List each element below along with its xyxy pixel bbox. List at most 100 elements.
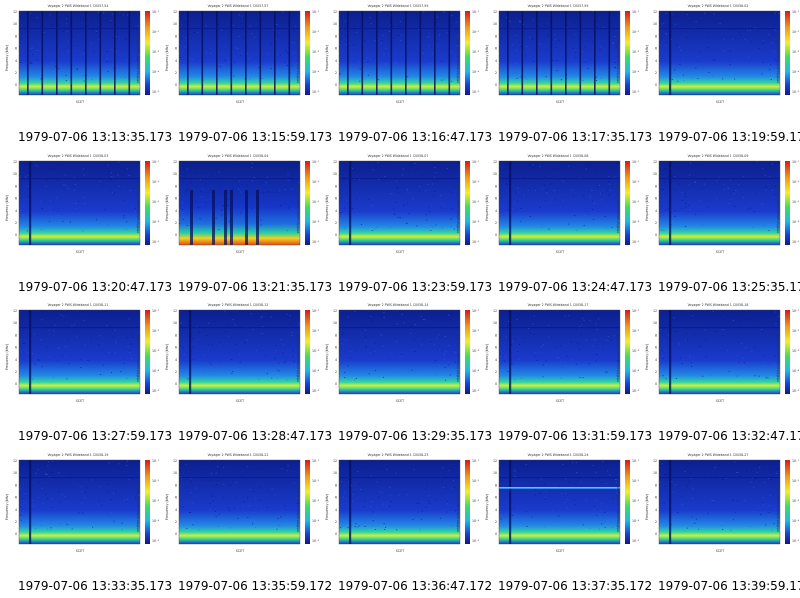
thumbnail-item[interactable]: Voyager 2 PWS Wideband 1 C0058-18 Frequen…	[640, 299, 800, 448]
thumbnail-caption[interactable]: 1979-07-06 13:16:47.173	[338, 130, 492, 144]
spectrogram-thumbnail[interactable]: Voyager 2 PWS Wideband 1 C0058-02 Frequen…	[640, 0, 800, 120]
spectrogram-thumbnail[interactable]: Voyager 2 PWS Wideband 1 C0058-11 Frequen…	[0, 299, 160, 419]
thumbnail-caption[interactable]: 1979-07-06 13:28:47.173	[178, 429, 332, 443]
thumbnail-item[interactable]: Voyager 2 PWS Wideband 1 C0058-07 Frequen…	[320, 150, 492, 299]
y-tick-label: 12	[173, 459, 177, 463]
spectrogram-thumbnail[interactable]: Voyager 2 PWS Wideband 1 C0058-04 Frequen…	[160, 150, 320, 270]
colorbar-tick-label: 10⁻⁴	[792, 220, 800, 224]
spectrogram-thumbnail[interactable]: Voyager 2 PWS Wideband 1 C0058-17 Frequen…	[480, 299, 640, 419]
colorbar-tick-label: 10⁻⁴	[472, 369, 480, 373]
thumbnail-caption[interactable]: 1979-07-06 13:37:35.172	[498, 579, 652, 593]
spectrogram-thumbnail[interactable]: Voyager 2 PWS Wideband 1 C0058-14 Frequen…	[320, 299, 480, 419]
signal-spike	[509, 460, 512, 544]
spectrogram-thumbnail[interactable]: Voyager 2 PWS Wideband 1 C0058-23 Frequen…	[320, 449, 480, 569]
y-tick-label: 0	[15, 83, 17, 87]
y-tick-label: 2	[335, 520, 337, 524]
spectrogram-thumbnail[interactable]: Voyager 2 PWS Wideband 1 C0058-19 Frequen…	[0, 449, 160, 569]
spectrogram-thumbnail[interactable]: Voyager 2 PWS Wideband 1 C0058-07 Frequen…	[320, 150, 480, 270]
thumbnail-item[interactable]: Voyager 2 PWS Wideband 1 C0058-17 Frequen…	[480, 299, 652, 448]
thumbnail-item[interactable]: Voyager 2 PWS Wideband 1 C0058-12 Frequen…	[160, 299, 332, 448]
y-tick-label: 6	[335, 47, 337, 51]
colorbar-tick-label: 10⁻⁴	[152, 220, 160, 224]
thumbnail-caption[interactable]: 1979-07-06 13:24:47.173	[498, 280, 652, 294]
thumbnail-item[interactable]: Voyager 2 PWS Wideband 1 C0058-19 Frequen…	[0, 449, 172, 598]
thumbnail-item[interactable]: Voyager 2 PWS Wideband 1 C0057-54 Frequen…	[0, 0, 172, 149]
spectrogram-body	[499, 161, 620, 245]
x-axis-label: SCET	[556, 549, 564, 553]
thumbnail-item[interactable]: Voyager 2 PWS Wideband 1 C0057-57 Frequen…	[160, 0, 332, 149]
spectrogram-body	[19, 460, 140, 544]
y-tick-label: 10	[13, 471, 17, 475]
y-tick-label: 10	[173, 471, 177, 475]
thumbnail-caption[interactable]: 1979-07-06 13:29:35.173	[338, 429, 492, 443]
spectrogram-thumbnail[interactable]: Voyager 2 PWS Wideband 1 C0058-03 Frequen…	[0, 150, 160, 270]
thumbnail-item[interactable]: Voyager 2 PWS Wideband 1 C0058-24 Frequen…	[480, 449, 652, 598]
spectrogram-thumbnail[interactable]: Voyager 2 PWS Wideband 1 C0057-59 Frequen…	[480, 0, 640, 120]
thumbnail-item[interactable]: Voyager 2 PWS Wideband 1 C0058-03 Frequen…	[0, 150, 172, 299]
thumbnail-caption[interactable]: 1979-07-06 13:25:35.173	[658, 280, 800, 294]
y-tick-label: 10	[493, 471, 497, 475]
thumbnail-caption[interactable]: 1979-07-06 13:32:47.173	[658, 429, 800, 443]
spectrogram-thumbnail[interactable]: Voyager 2 PWS Wideband 1 C0058-18 Frequen…	[640, 299, 800, 419]
spectrogram-thumbnail[interactable]: Voyager 2 PWS Wideband 1 C0057-59 Frequen…	[320, 0, 480, 120]
y-tick-label: 12	[333, 10, 337, 14]
thumbnail-item[interactable]: Voyager 2 PWS Wideband 1 C0058-08 Frequen…	[480, 150, 652, 299]
thumbnail-caption[interactable]: 1979-07-06 13:27:59.173	[18, 429, 172, 443]
colorbar-tick-label: 10⁻¹	[472, 309, 480, 313]
thumbnail-caption[interactable]: 1979-07-06 13:15:59.173	[178, 130, 332, 144]
thumbnail-caption[interactable]: 1979-07-06 13:21:35.173	[178, 280, 332, 294]
spectrogram-thumbnail[interactable]: Voyager 2 PWS Wideband 1 C0057-54 Frequen…	[0, 0, 160, 120]
interference-pulse	[201, 11, 204, 95]
thumbnail-caption[interactable]: 1979-07-06 13:20:47.173	[18, 280, 172, 294]
spectrogram-thumbnail[interactable]: Voyager 2 PWS Wideband 1 C0058-08 Frequen…	[480, 150, 640, 270]
spectrogram-thumbnail[interactable]: Voyager 2 PWS Wideband 1 C0058-24 Frequen…	[480, 449, 640, 569]
spectrogram-body	[19, 310, 140, 394]
y-tick-label: 2	[655, 370, 657, 374]
thumbnail-item[interactable]: Voyager 2 PWS Wideband 1 C0058-02 Frequen…	[640, 0, 800, 149]
y-tick-label: 10	[653, 22, 657, 26]
colorbar-tick-label: 10⁻²	[792, 30, 800, 34]
y-tick-label: 4	[335, 358, 337, 362]
thumbnail-item[interactable]: Voyager 2 PWS Wideband 1 C0058-09 Frequen…	[640, 150, 800, 299]
thumbnail-caption[interactable]: 1979-07-06 13:23:59.173	[338, 280, 492, 294]
colorbar	[465, 11, 470, 95]
x-axis-label: SCET	[76, 549, 84, 553]
thumbnail-caption[interactable]: 1979-07-06 13:33:35.173	[18, 579, 172, 593]
y-tick-label: 8	[495, 184, 497, 188]
y-tick-label: 0	[335, 382, 337, 386]
y-tick-label: 10	[173, 321, 177, 325]
spectrogram-thumbnail[interactable]: Voyager 2 PWS Wideband 1 C0058-12 Frequen…	[160, 299, 320, 419]
thumbnail-item[interactable]: Voyager 2 PWS Wideband 1 C0058-11 Frequen…	[0, 299, 172, 448]
signal-spike	[669, 161, 672, 245]
colorbar-label: relative power spectral density	[616, 183, 620, 233]
thumbnail-item[interactable]: Voyager 2 PWS Wideband 1 C0058-27 Frequen…	[640, 449, 800, 598]
thumbnail-caption[interactable]: 1979-07-06 13:39:59.172	[658, 579, 800, 593]
colorbar-tick-label: 10⁻²	[792, 180, 800, 184]
thumbnail-caption[interactable]: 1979-07-06 13:31:59.173	[498, 429, 652, 443]
colorbar-tick-label: 10⁻¹	[312, 10, 320, 14]
thumbnail-caption[interactable]: 1979-07-06 13:35:59.172	[178, 579, 332, 593]
spectrogram-thumbnail[interactable]: Voyager 2 PWS Wideband 1 C0058-27 Frequen…	[640, 449, 800, 569]
x-axis-label: SCET	[396, 549, 404, 553]
thumbnail-caption[interactable]: 1979-07-06 13:13:35.173	[18, 130, 172, 144]
thumbnail-item[interactable]: Voyager 2 PWS Wideband 1 C0058-22 Frequen…	[160, 449, 332, 598]
x-axis-label: SCET	[396, 100, 404, 104]
thumbnail-item[interactable]: Voyager 2 PWS Wideband 1 C0058-23 Frequen…	[320, 449, 492, 598]
colorbar	[145, 310, 150, 394]
spectrogram-thumbnail[interactable]: Voyager 2 PWS Wideband 1 C0058-09 Frequen…	[640, 150, 800, 270]
spectrogram-thumbnail[interactable]: Voyager 2 PWS Wideband 1 C0058-22 Frequen…	[160, 449, 320, 569]
thumbnail-item[interactable]: Voyager 2 PWS Wideband 1 C0058-14 Frequen…	[320, 299, 492, 448]
y-tick-label: 8	[15, 333, 17, 337]
y-tick-label: 2	[655, 71, 657, 75]
signal-spike	[189, 310, 192, 394]
thumbnail-caption[interactable]: 1979-07-06 13:17:35.173	[498, 130, 652, 144]
interference-pulse	[390, 11, 393, 95]
thumbnail-caption[interactable]: 1979-07-06 13:36:47.172	[338, 579, 492, 593]
spectrogram-thumbnail[interactable]: Voyager 2 PWS Wideband 1 C0057-57 Frequen…	[160, 0, 320, 120]
colorbar-label: relative power spectral density	[776, 482, 780, 532]
thumbnail-item[interactable]: Voyager 2 PWS Wideband 1 C0057-59 Frequen…	[320, 0, 492, 149]
thumbnail-caption[interactable]: 1979-07-06 13:19:59.173	[658, 130, 800, 144]
thumbnail-item[interactable]: Voyager 2 PWS Wideband 1 C0058-04 Frequen…	[160, 150, 332, 299]
x-axis-label: SCET	[396, 250, 404, 254]
thumbnail-item[interactable]: Voyager 2 PWS Wideband 1 C0057-59 Frequen…	[480, 0, 652, 149]
